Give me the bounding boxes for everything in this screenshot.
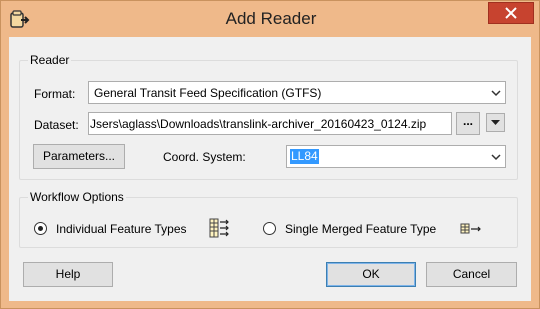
cancel-button[interactable]: Cancel <box>426 262 517 287</box>
dataset-value: Jsers\aglass\Downloads\translink-archive… <box>90 117 427 131</box>
single-merged-feature-type-label[interactable]: Single Merged Feature Type <box>285 222 436 236</box>
radio-selected-dot <box>38 226 43 231</box>
close-icon <box>505 7 517 19</box>
merged-feature-type-icon <box>460 223 481 234</box>
dialog-title: Add Reader <box>225 9 317 28</box>
single-merged-feature-type-radio[interactable] <box>263 222 276 235</box>
dataset-options-button[interactable] <box>486 113 505 132</box>
browse-button[interactable]: ... <box>456 112 480 135</box>
parameters-button[interactable]: Parameters... <box>33 144 125 169</box>
close-button[interactable] <box>488 2 534 24</box>
ok-button[interactable]: OK <box>326 262 416 287</box>
individual-feature-types-icon <box>209 218 229 238</box>
coord-system-label: Coord. System: <box>163 150 246 164</box>
title-bar: Add Reader <box>1 1 540 37</box>
workflow-options-label: Workflow Options <box>28 190 126 204</box>
format-value: General Transit Feed Specification (GTFS… <box>94 86 322 100</box>
help-button[interactable]: Help <box>23 262 113 287</box>
dropdown-arrow-icon <box>491 120 500 125</box>
coord-system-select[interactable]: LL84 <box>286 145 506 168</box>
individual-feature-types-label[interactable]: Individual Feature Types <box>56 222 187 236</box>
individual-feature-types-radio[interactable] <box>34 222 47 235</box>
dataset-label: Dataset: <box>34 118 79 132</box>
add-reader-dialog: Add Reader Reader Format: General Transi… <box>0 0 540 309</box>
chevron-down-icon <box>491 90 501 97</box>
format-select[interactable]: General Transit Feed Specification (GTFS… <box>88 81 506 104</box>
format-label: Format: <box>34 87 76 101</box>
chevron-down-icon <box>491 154 501 161</box>
reader-group-label: Reader <box>28 53 72 67</box>
dialog-body: Reader Format: General Transit Feed Spec… <box>9 37 531 301</box>
dataset-field[interactable]: Jsers\aglass\Downloads\translink-archive… <box>88 112 452 135</box>
coord-system-value: LL84 <box>290 149 319 164</box>
